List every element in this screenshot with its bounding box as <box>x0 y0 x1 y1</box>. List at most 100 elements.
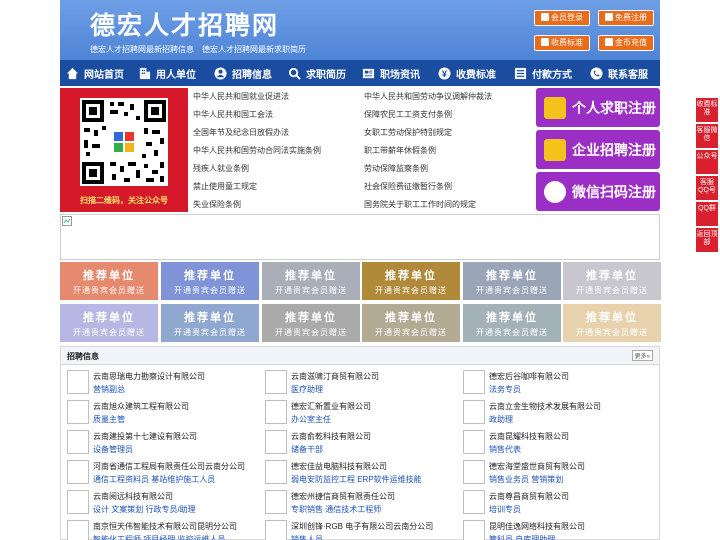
job-positions[interactable]: 专职销售 通信技术工程师 <box>291 504 381 515</box>
job-positions[interactable]: 销售代表 <box>489 444 521 455</box>
company-name[interactable]: 云南建投第十七建设有限公司 <box>93 431 197 442</box>
company-logo-placeholder[interactable] <box>67 430 89 454</box>
company-name[interactable]: 云南阅远科技有限公司 <box>93 491 173 502</box>
company-logo-placeholder[interactable] <box>265 460 287 484</box>
side-qq-group[interactable]: QQ群 <box>696 202 718 226</box>
side-pricing[interactable]: 收费标准 <box>696 98 718 122</box>
nav-pricing[interactable]: ¥ 收费标准 <box>432 60 508 86</box>
company-name[interactable]: 南京恒天伟智能技术有限公司昆明分公司 <box>93 521 237 532</box>
policy-link[interactable]: 中华人民共和国劳动争议调解仲裁法 <box>364 91 492 102</box>
side-wechat[interactable]: 客服微信 <box>696 124 718 148</box>
company-logo-placeholder[interactable] <box>67 520 89 540</box>
recommend-tile[interactable]: 推荐单位 开通贵宾会员赠送 <box>563 304 661 342</box>
policy-link[interactable]: 社会保险费征缴暂行条例 <box>364 181 452 192</box>
side-official-account[interactable]: 公众号 <box>696 150 718 174</box>
wechat-register-button[interactable]: 微信扫码注册 <box>536 172 660 211</box>
nav-resumes[interactable]: 求职简历 <box>282 60 356 86</box>
company-name[interactable]: 云南俞乾科技有限公司 <box>291 431 371 442</box>
job-positions[interactable]: 销售人员 <box>291 534 323 540</box>
job-positions[interactable]: 营销副总 <box>93 384 125 395</box>
company-register-button[interactable]: 企业招聘注册 <box>536 130 660 169</box>
pricing-button[interactable]: 收费标准 <box>534 35 590 51</box>
recommend-tile[interactable]: 推荐单位 开通贵宾会员赠送 <box>362 262 460 300</box>
recommend-tile[interactable]: 推荐单位 开通贵宾会员赠送 <box>463 304 561 342</box>
nav-support[interactable]: 联系客服 <box>584 60 660 86</box>
company-logo-placeholder[interactable] <box>463 370 485 394</box>
job-positions[interactable]: 管科员 自库理助理 <box>489 534 555 540</box>
company-logo-placeholder[interactable] <box>265 370 287 394</box>
policy-link[interactable]: 中华人民共和国工会法 <box>193 109 273 120</box>
company-name[interactable]: 德宏海堂盛世商贸有限公司 <box>489 461 585 472</box>
policy-link[interactable]: 保障农民工工资支付条例 <box>364 109 452 120</box>
policy-link[interactable]: 国务院关于职工工作时间的规定 <box>364 199 476 210</box>
company-logo-placeholder[interactable] <box>463 520 485 540</box>
policy-link[interactable]: 女职工劳动保护特别规定 <box>364 127 452 138</box>
job-positions[interactable]: 法务专员 <box>489 384 521 395</box>
company-logo-placeholder[interactable] <box>265 430 287 454</box>
recommend-tile[interactable]: 推荐单位 开通贵宾会员赠送 <box>262 262 360 300</box>
job-positions[interactable]: 设备管理员 <box>93 444 133 455</box>
company-logo-placeholder[interactable] <box>67 460 89 484</box>
company-logo-placeholder[interactable] <box>265 520 287 540</box>
coin-recharge-button[interactable]: 金币充值 <box>598 35 654 51</box>
side-qq[interactable]: 客服QQ号 <box>696 176 718 200</box>
company-name[interactable]: 德宏汇新置业有限公司 <box>291 401 371 412</box>
policy-link[interactable]: 职工带薪年休假条例 <box>364 145 436 156</box>
company-logo-placeholder[interactable] <box>463 430 485 454</box>
recommend-tile[interactable]: 推荐单位 开通贵宾会员赠送 <box>463 262 561 300</box>
nav-jobs[interactable]: 招聘信息 <box>208 60 282 86</box>
job-positions[interactable]: 销售业务员 营销策划 <box>489 474 563 485</box>
member-login-button[interactable]: 会员登录 <box>534 10 590 26</box>
policy-link[interactable]: 禁止使用童工规定 <box>193 181 257 192</box>
policy-link[interactable]: 中华人民共和国就业促进法 <box>193 91 289 102</box>
policy-link[interactable]: 失业保险条例 <box>193 199 241 210</box>
recommend-tile[interactable]: 推荐单位 开通贵宾会员赠送 <box>362 304 460 342</box>
nav-home[interactable]: 网站首页 <box>60 60 132 86</box>
policy-link[interactable]: 劳动保障监察条例 <box>364 163 428 174</box>
policy-link[interactable]: 中华人民共和国劳动合同法实施条例 <box>193 145 321 156</box>
personal-register-button[interactable]: 个人求职注册 <box>536 88 660 127</box>
job-positions[interactable]: 质量主管 <box>93 414 125 425</box>
job-positions[interactable]: 政助理 <box>489 414 513 425</box>
company-logo-placeholder[interactable] <box>67 490 89 514</box>
company-name[interactable]: 德宏佳益电脑科技有限公司 <box>291 461 387 472</box>
company-logo-placeholder[interactable] <box>463 460 485 484</box>
company-name[interactable]: 深圳创锋·RGB 电子有限公司云南分公司 <box>291 521 433 532</box>
company-logo-placeholder[interactable] <box>265 400 287 424</box>
nav-payment[interactable]: 付款方式 <box>508 60 584 86</box>
company-name[interactable]: 昆明佳逸网络科技有限公司 <box>489 521 585 532</box>
company-name[interactable]: 德宏后谷咖啡有限公司 <box>489 371 569 382</box>
company-name[interactable]: 河南省通信工程局有限责任公司云南分公司 <box>93 461 245 472</box>
policy-link[interactable]: 全国年节及纪念日放假办法 <box>193 127 289 138</box>
job-positions[interactable]: 智能化工程师 项目经理 监控运维人员 <box>93 534 225 540</box>
company-name[interactable]: 德宏州捷信商贸有限责任公司 <box>291 491 395 502</box>
policy-link[interactable]: 残疾人就业条例 <box>193 163 249 174</box>
recommend-tile[interactable]: 推荐单位 开通贵宾会员赠送 <box>262 304 360 342</box>
company-logo-placeholder[interactable] <box>265 490 287 514</box>
recommend-tile[interactable]: 推荐单位 开通贵宾会员赠送 <box>60 304 158 342</box>
company-name[interactable]: 云南立金生物技术发展有限公司 <box>489 401 601 412</box>
company-name[interactable]: 云南旭众建筑工程有限公司 <box>93 401 189 412</box>
company-logo-placeholder[interactable] <box>67 370 89 394</box>
recommend-tile[interactable]: 推荐单位 开通贵宾会员赠送 <box>161 262 259 300</box>
recommend-tile[interactable]: 推荐单位 开通贵宾会员赠送 <box>161 304 259 342</box>
company-logo-placeholder[interactable] <box>463 400 485 424</box>
job-positions[interactable]: 培训专员 <box>489 504 521 515</box>
job-positions[interactable]: 医疗助理 <box>291 384 323 395</box>
job-positions[interactable]: 设计 文案策划 行政专员/助理 <box>93 504 196 515</box>
recommend-tile[interactable]: 推荐单位 开通贵宾会员赠送 <box>60 262 158 300</box>
nav-news[interactable]: 职场资讯 <box>356 60 432 86</box>
job-positions[interactable]: 通信工程资料员 基站维护施工人员 <box>93 474 215 485</box>
company-logo-placeholder[interactable] <box>463 490 485 514</box>
side-back-to-top[interactable]: 返回顶部 <box>696 228 718 252</box>
nav-employers[interactable]: 用人单位 <box>132 60 208 86</box>
company-name[interactable]: 云南思瑞电力勘察设计有限公司 <box>93 371 205 382</box>
site-logo[interactable]: 德宏人才招聘网 <box>90 6 279 42</box>
job-positions[interactable]: 储备干部 <box>291 444 323 455</box>
free-register-button[interactable]: 免费注册 <box>598 10 654 26</box>
job-positions[interactable]: 办公室主任 <box>291 414 331 425</box>
company-logo-placeholder[interactable] <box>67 400 89 424</box>
job-positions[interactable]: 弱电安防监控工程 ERP软件运维技能 <box>291 474 422 485</box>
recommend-tile[interactable]: 推荐单位 开通贵宾会员赠送 <box>563 262 661 300</box>
company-name[interactable]: 云南昆耀科技有限公司 <box>489 431 569 442</box>
